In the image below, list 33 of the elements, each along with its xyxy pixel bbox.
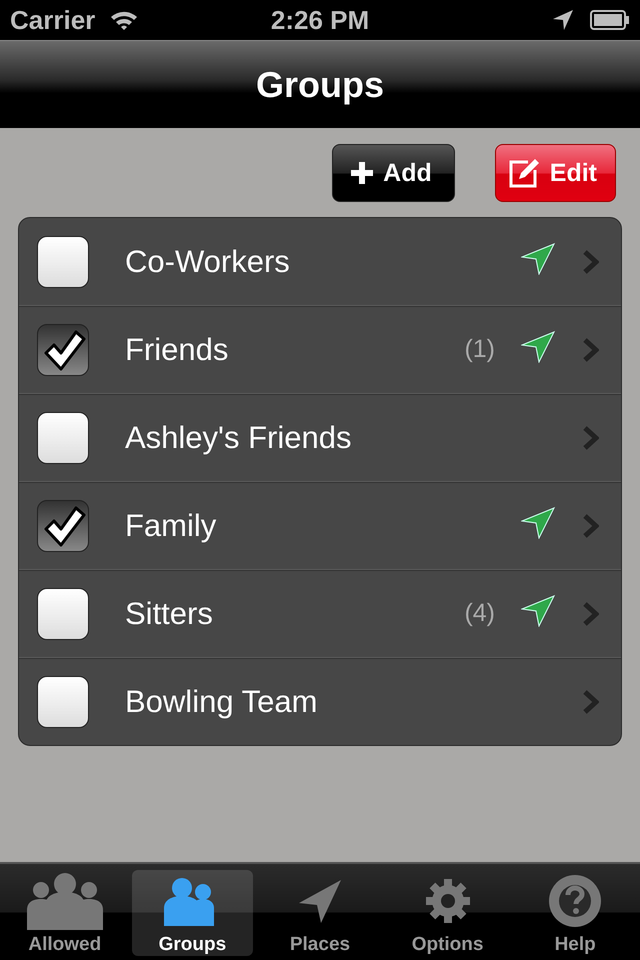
- clock-time: 2:26 PM: [270, 4, 370, 34]
- location-icon: [298, 879, 342, 923]
- checkbox[interactable]: [37, 236, 89, 288]
- checkbox[interactable]: [37, 588, 89, 640]
- tab-item[interactable]: Options: [386, 870, 508, 956]
- plus-icon: [351, 162, 374, 184]
- edit-icon: [508, 158, 540, 188]
- tab-item[interactable]: Help: [514, 870, 636, 956]
- tab-item[interactable]: Groups: [132, 870, 254, 956]
- edit-button[interactable]: Edit: [494, 144, 616, 202]
- tab-item[interactable]: Places: [259, 870, 381, 956]
- group-name: Co-Workers: [125, 244, 291, 280]
- wifi-icon: [109, 9, 140, 31]
- member-count: (4): [464, 599, 495, 628]
- member-count: (1): [464, 335, 495, 364]
- group-name: Family: [125, 508, 218, 544]
- checkbox[interactable]: [37, 412, 89, 464]
- checkbox[interactable]: [37, 676, 89, 728]
- group-name: Friends: [125, 332, 230, 368]
- checkbox[interactable]: [37, 324, 89, 376]
- carrier-name: Carrier: [10, 4, 96, 36]
- battery-icon: [590, 10, 630, 30]
- group-name: Ashley's Friends: [125, 420, 352, 456]
- tab-item[interactable]: Allowed: [4, 870, 126, 956]
- people-icon: [26, 872, 103, 930]
- screen-title: Groups: [256, 64, 384, 106]
- settings-icon: [424, 878, 471, 924]
- add-button[interactable]: Add: [332, 144, 455, 202]
- location-icon: [552, 9, 574, 31]
- group-name: Bowling Team: [125, 684, 318, 720]
- checkbox[interactable]: [37, 500, 89, 552]
- group-name: Sitters: [125, 596, 214, 632]
- help-icon: [547, 873, 604, 929]
